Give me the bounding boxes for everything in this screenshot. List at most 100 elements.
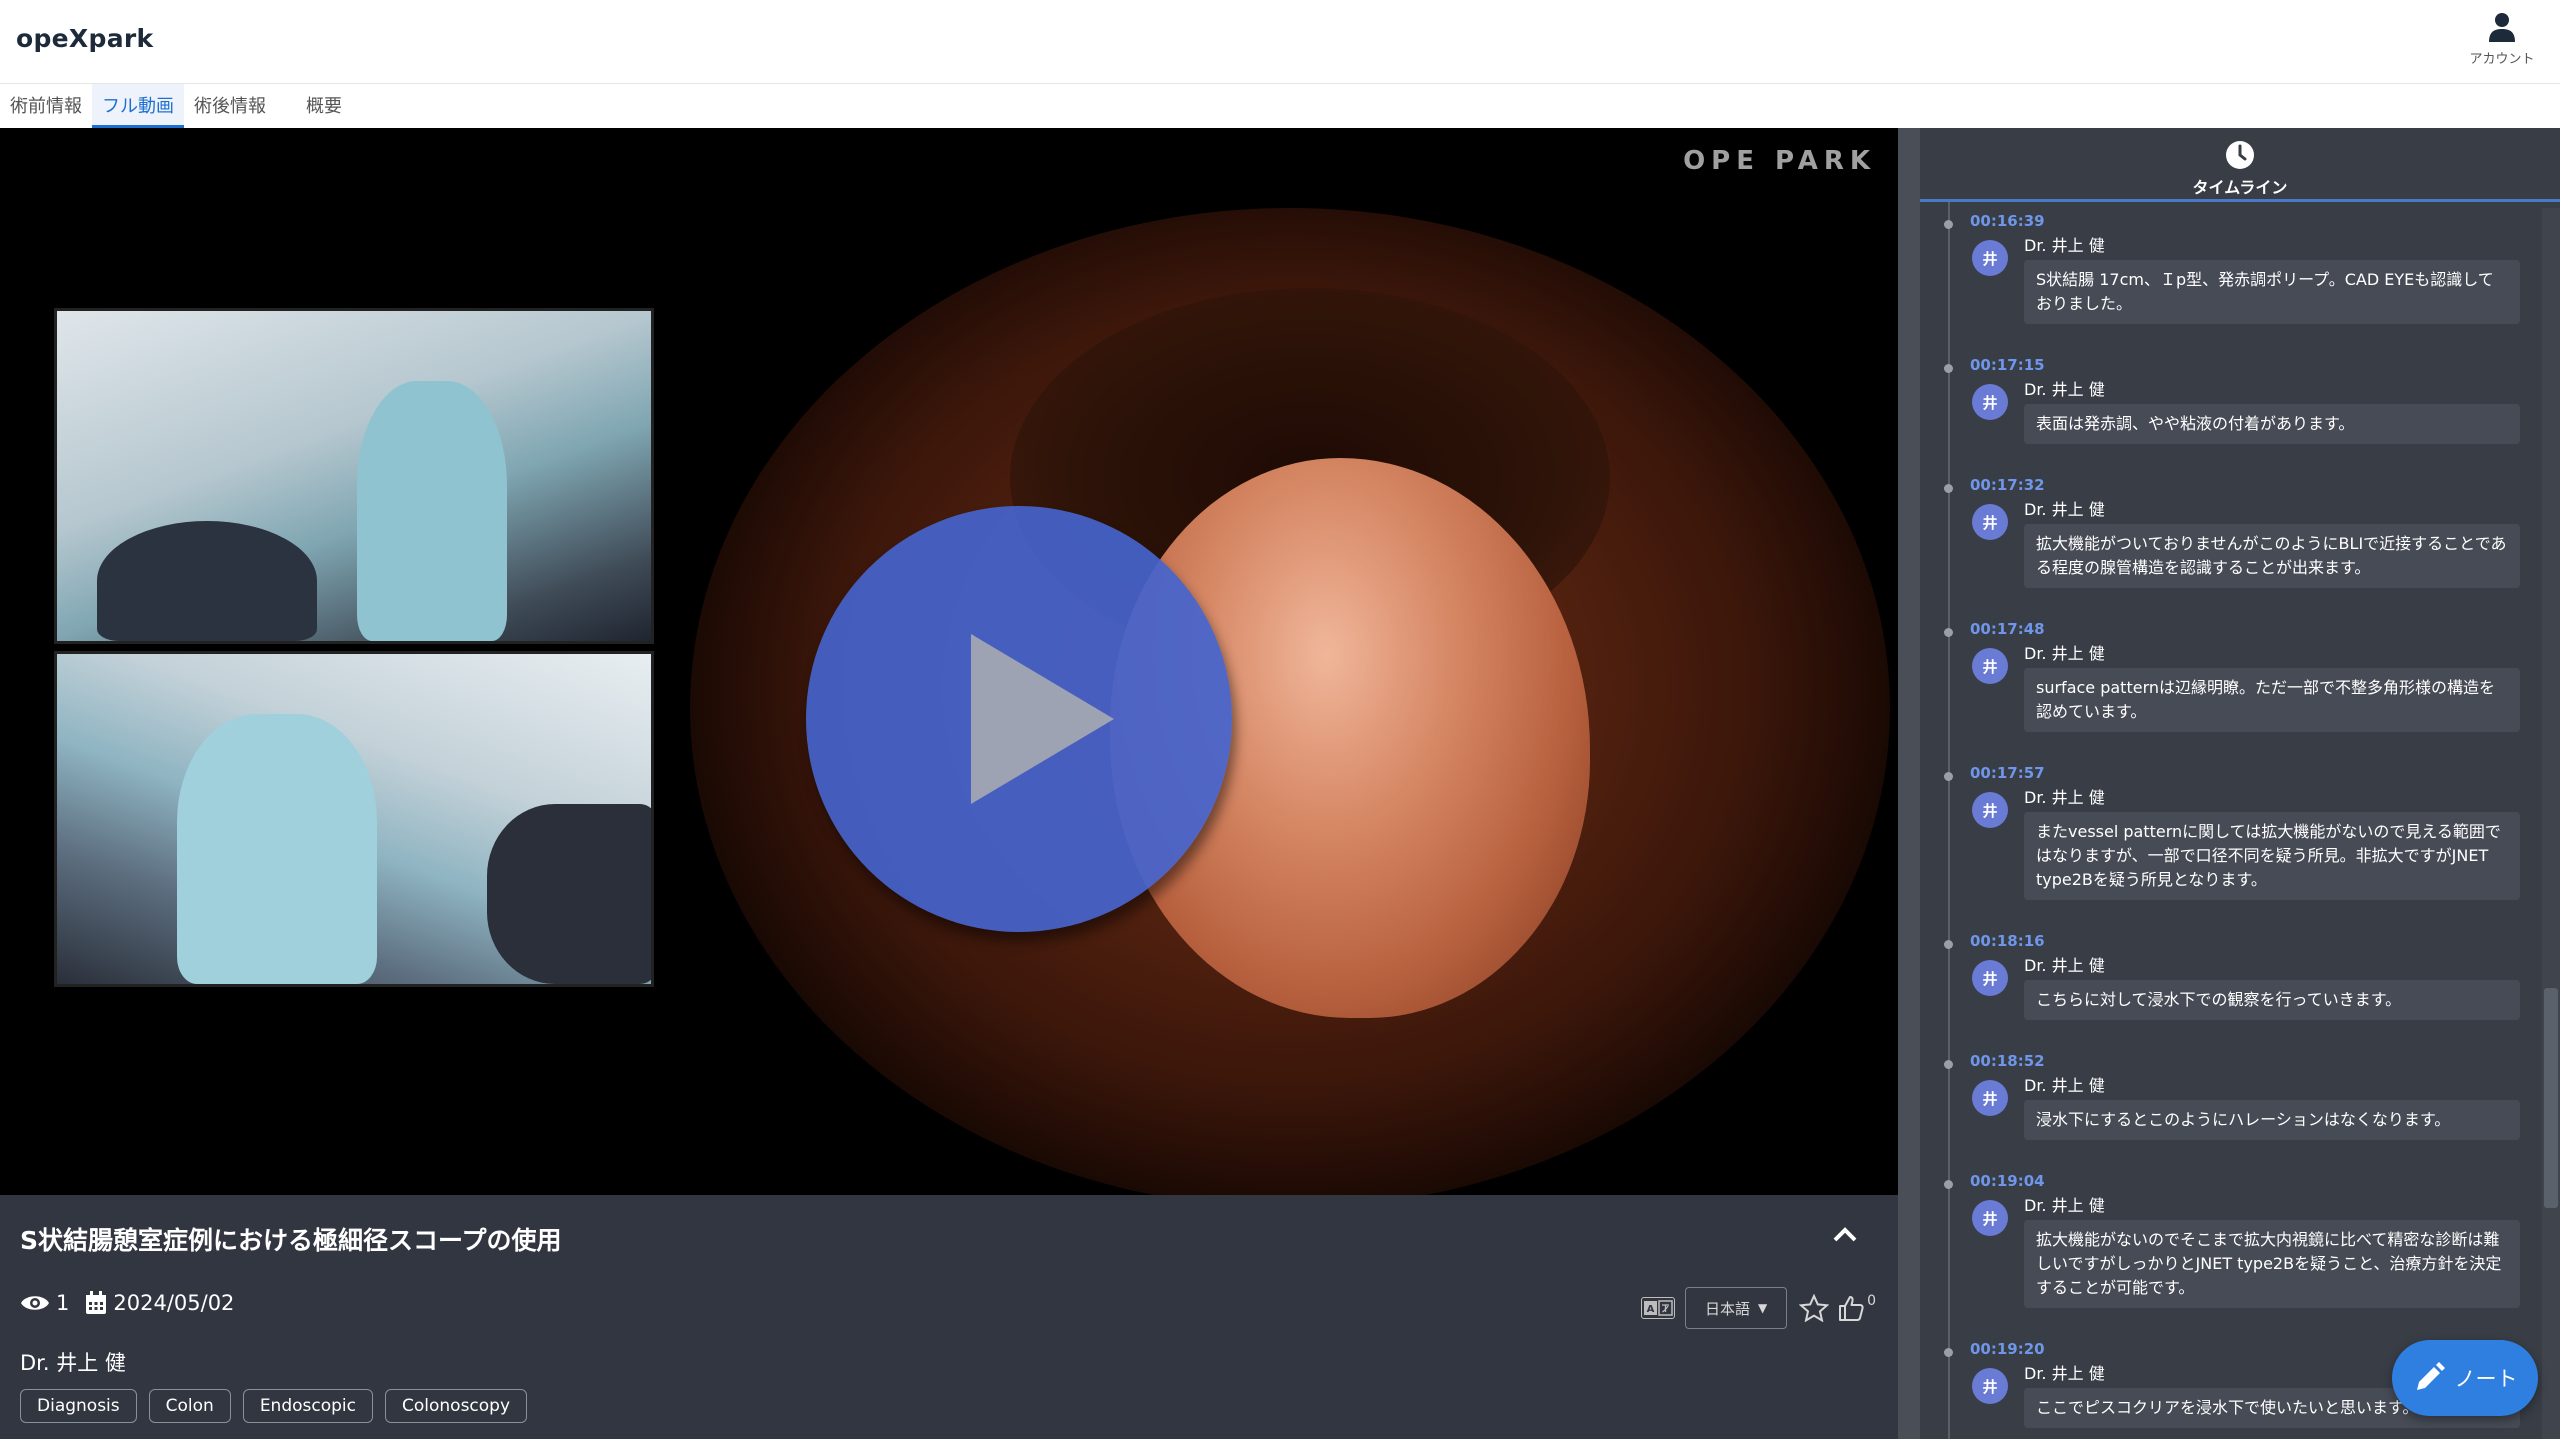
timeline-dot [1944,628,1953,637]
comment-text: 浸水下にするとこのようにハレーションはなくなります。 [2024,1100,2520,1140]
timeline-timestamp[interactable]: 00:17:57 [1970,764,2045,782]
video-meta: 1 2024/05/02 [20,1291,250,1315]
video-author[interactable]: Dr. 井上 健 [20,1347,126,1377]
thumbs-up-icon[interactable] [1837,1294,1865,1322]
language-select[interactable]: 日本語 ▼ [1685,1287,1788,1329]
svg-text:A: A [1647,1304,1655,1315]
comment-text: またvessel patternに関しては拡大機能がないので見える範囲ではなりま… [2024,812,2520,900]
app-header: opeXpark アカウント [0,0,2560,84]
video-player[interactable]: OPE PARK [0,128,1898,1195]
video-watermark: OPE PARK [1683,146,1876,176]
timeline-scrollbar-thumb[interactable] [2544,988,2558,1208]
video-title: S状結腸憩室症例における極細径スコープの使用 [20,1226,562,1255]
user-icon [2489,13,2515,42]
timeline-track [1948,202,1950,1439]
avatar: 井 [1972,1080,2008,1116]
avatar: 井 [1972,648,2008,684]
staff-figure [177,714,377,984]
timeline-title: タイムライン [2192,178,2288,197]
tag-chip[interactable]: Colonoscopy [385,1389,528,1423]
timeline-dot [1944,1060,1953,1069]
timeline-timestamp[interactable]: 00:17:15 [1970,356,2045,374]
tag-chip[interactable]: Endoscopic [242,1389,373,1423]
account-button[interactable]: アカウント [2462,12,2542,76]
timeline-dot [1944,484,1953,493]
collapse-button[interactable] [1832,1225,1858,1247]
timeline-scrollbar[interactable] [2542,208,2560,1439]
tab-postop-info[interactable]: 術後情報 [184,84,276,128]
tab-preop-info[interactable]: 術前情報 [0,84,92,128]
timeline-timestamp[interactable]: 00:19:04 [1970,1172,2045,1190]
avatar: 井 [1972,384,2008,420]
comment-text: こちらに対して浸水下での観察を行っていきます。 [2024,980,2520,1020]
timeline-timestamp[interactable]: 00:17:32 [1970,476,2045,494]
comment-text: S状結腸 17cm、Ｉp型、発赤調ポリープ。CAD EYEも認識しておりました。 [2024,260,2520,324]
calendar-icon [86,1291,107,1314]
comment-author: Dr. 井上 健 [2024,1196,2105,1215]
timeline-tab[interactable]: タイムライン [1920,128,2560,202]
pencil-icon [2416,1362,2445,1390]
page-scrollbar[interactable] [1898,128,1920,1439]
video-controls: A 日本語 ▼ 0 [1641,1287,1876,1329]
star-icon[interactable] [1799,1294,1830,1322]
comment-text: 表面は発赤調、やや粘液の付着があります。 [2024,404,2520,444]
clock-icon [2226,141,2254,169]
caret-down-icon: ▼ [1757,1301,1768,1315]
comment-author: Dr. 井上 健 [2024,788,2105,807]
timeline-timestamp[interactable]: 00:18:52 [1970,1052,2045,1070]
app-logo[interactable]: opeXpark [16,24,153,53]
tag-chip[interactable]: Diagnosis [20,1389,137,1423]
timeline-timestamp[interactable]: 00:18:16 [1970,932,2045,950]
eye-icon [21,1296,49,1310]
play-button[interactable] [806,506,1232,932]
patient-figure [97,521,317,641]
timeline-timestamp[interactable]: 00:16:39 [1970,212,2045,230]
video-info-panel: S状結腸憩室症例における極細径スコープの使用 1 2024/05/02 Dr. … [0,1195,1898,1439]
timeline-timestamp[interactable]: 00:19:20 [1970,1340,2045,1358]
language-select-value: 日本語 [1704,1299,1750,1318]
view-count-value: 1 [56,1291,70,1315]
publish-date: 2024/05/02 [85,1291,234,1315]
comment-author: Dr. 井上 健 [2024,956,2105,975]
avatar: 井 [1972,504,2008,540]
timeline-dot [1944,220,1953,229]
tag-chip[interactable]: Colon [148,1389,231,1423]
comment-author: Dr. 井上 健 [2024,1076,2105,1095]
timeline-dot [1944,772,1953,781]
timeline-panel: タイムライン 00:16:39 井 Dr. 井上 健 S状結腸 17cm、Ｉp型… [1920,128,2560,1439]
avatar: 井 [1972,1200,2008,1236]
avatar: 井 [1972,240,2008,276]
comment-author: Dr. 井上 健 [2024,1364,2105,1383]
tag-list: Diagnosis Colon Endoscopic Colonoscopy [20,1389,539,1423]
patient-figure [487,804,651,984]
play-icon [971,634,1114,804]
like-count: 0 [1867,1293,1876,1309]
comment-text: 拡大機能がないのでそこまで拡大内視鏡に比べて精密な診断は難しいですがしっかりとJ… [2024,1220,2520,1308]
note-button-label: ノート [2454,1367,2518,1391]
comment-author: Dr. 井上 健 [2024,500,2105,519]
view-count: 1 [20,1291,69,1315]
timeline-dot [1944,364,1953,373]
comment-author: Dr. 井上 健 [2024,644,2105,663]
page-tabs: 術前情報 フル動画 術後情報 概要 [0,84,2560,128]
room-camera-top [54,308,654,644]
avatar: 井 [1972,792,2008,828]
translate-glyph: A [1644,1300,1673,1316]
timeline-dot [1944,940,1953,949]
translate-icon[interactable]: A [1641,1297,1676,1319]
chevron-up-icon [1833,1227,1857,1242]
account-label: アカウント [2469,52,2535,67]
comment-author: Dr. 井上 健 [2024,236,2105,255]
note-button[interactable]: ノート [2392,1340,2538,1416]
avatar: 井 [1972,1368,2008,1404]
avatar: 井 [1972,960,2008,996]
tab-full-video[interactable]: フル動画 [92,84,184,128]
tab-summary[interactable]: 概要 [296,84,352,128]
comment-text: surface patternは辺縁明瞭。ただ一部で不整多角形様の構造を認めてい… [2024,668,2520,732]
timeline-timestamp[interactable]: 00:17:48 [1970,620,2045,638]
room-camera-bottom [54,651,654,987]
staff-figure [357,381,507,641]
timeline-dot [1944,1348,1953,1357]
timeline-dot [1944,1180,1953,1189]
comment-text: 拡大機能がついておりませんがこのようにBLIで近接することである程度の腺管構造を… [2024,524,2520,588]
